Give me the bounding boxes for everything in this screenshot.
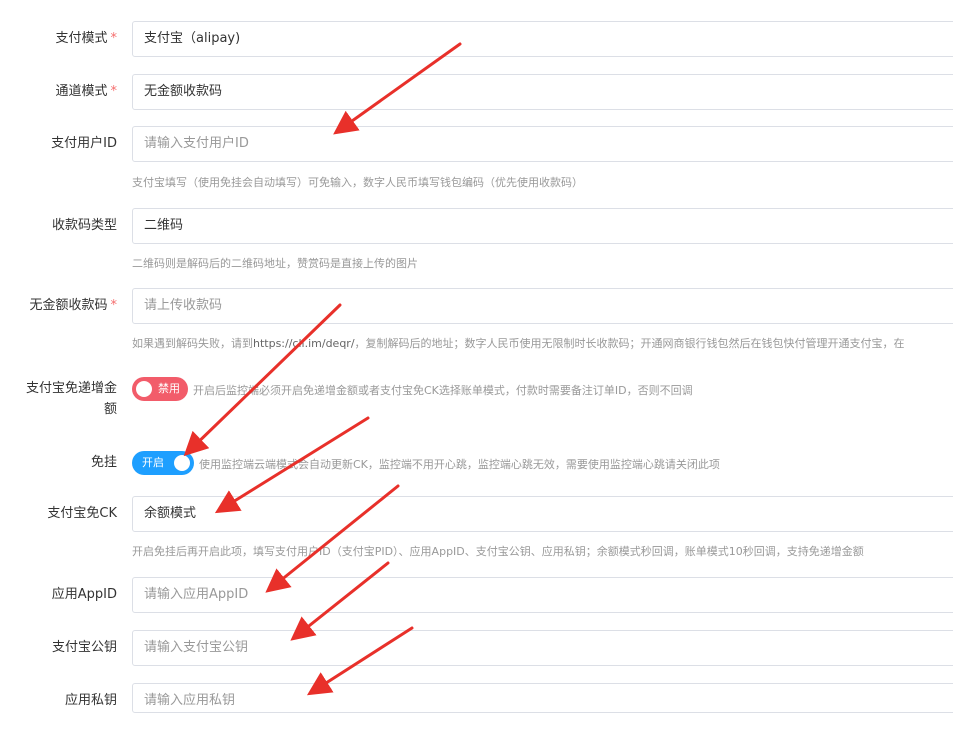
qr-type-help: 二维码则是解码后的二维码地址，赞赏码是直接上传的图片: [132, 257, 418, 270]
alipay-free-ck-select[interactable]: 余额模式: [132, 496, 953, 532]
required-mark: *: [110, 298, 118, 313]
app-id-input[interactable]: 请输入应用AppID: [132, 577, 953, 613]
qr-type-label: 收款码类型: [51, 218, 117, 233]
no-amount-qr-upload[interactable]: 请上传收款码: [132, 288, 953, 324]
alipay-public-key-input[interactable]: 请输入支付宝公钥: [132, 630, 953, 666]
app-private-key-input[interactable]: 请输入应用私钥: [132, 683, 953, 713]
switch-knob: [174, 455, 190, 471]
qr-type-select[interactable]: 二维码: [132, 208, 953, 244]
arrow-2: [183, 303, 342, 457]
pay-user-id-help: 支付宝填写（使用免挂会自动填写）可免输入，数字人民币填写钱包编码（优先使用收款码…: [132, 176, 583, 189]
alipay-free-ck-help: 开启免挂后再开启此项，填写支付用户ID（支付宝PID）、应用AppID、支付宝公…: [132, 545, 864, 558]
free-hang-switch[interactable]: 开启: [132, 451, 194, 475]
app-id-label: 应用AppID: [51, 587, 117, 602]
app-private-key-label: 应用私钥: [64, 693, 117, 708]
pay-user-id-input[interactable]: 请输入支付用户ID: [132, 126, 953, 162]
pay-mode-select[interactable]: 支付宝（alipay): [132, 21, 953, 57]
switch-knob: [136, 381, 152, 397]
alipay-free-increment-switch[interactable]: 禁用: [132, 377, 188, 401]
deqr-link[interactable]: https://cli.im/deqr/: [253, 337, 355, 350]
alipay-public-key-label: 支付宝公钥: [51, 640, 117, 655]
pay-user-id-label: 支付用户ID: [51, 136, 117, 151]
pay-mode-label: 支付模式 *: [55, 31, 118, 46]
channel-mode-label: 通道模式 *: [55, 84, 118, 99]
no-amount-qr-help: 如果遇到解码失败，请到https://cli.im/deqr/，复制解码后的地址…: [132, 337, 905, 350]
annotation-arrows: [183, 42, 462, 696]
free-hang-desc: 使用监控端云端模式会自动更新CK，监控端不用开心跳，监控端心跳无效，需要使用监控…: [199, 458, 720, 471]
no-amount-qr-label: 无金额收款码 *: [29, 298, 118, 313]
alipay-free-increment-label: 支付宝免递增金额: [25, 381, 117, 417]
required-mark: *: [110, 84, 118, 99]
alipay-free-increment-desc: 开启后监控端必须开启免递增金额或者支付宝免CK选择账单模式，付款时需要备注订单I…: [193, 384, 693, 397]
free-hang-label: 免挂: [90, 455, 117, 470]
required-mark: *: [110, 31, 118, 46]
channel-mode-select[interactable]: 无金额收款码: [132, 74, 953, 110]
payment-settings-form: 支付模式 * 支付宝（alipay) 通道模式 * 无金额收款码 支付用户ID 请输…: [0, 0, 953, 740]
alipay-free-ck-label: 支付宝免CK: [47, 506, 117, 521]
